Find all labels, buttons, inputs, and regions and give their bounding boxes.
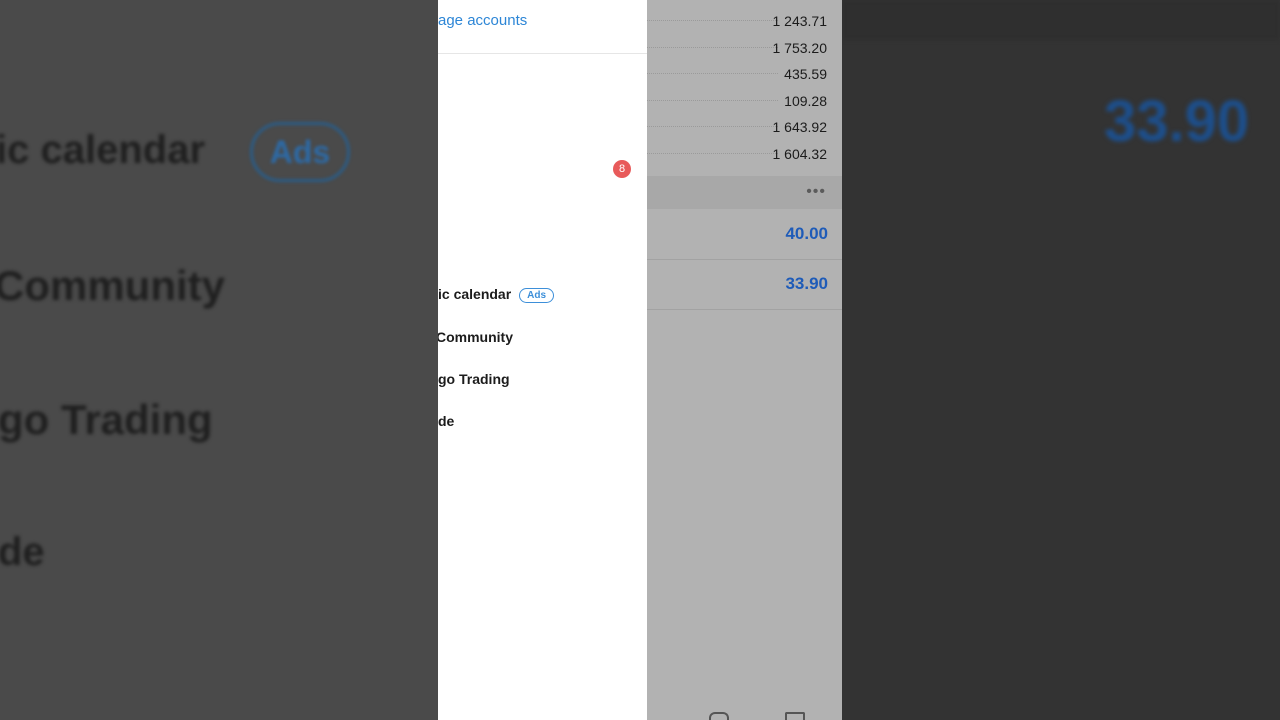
menu-item-algo-trading[interactable]: go Trading [438,371,510,387]
price-value: 40.00 [785,224,828,243]
dimmed-account-list[interactable]: 1 243.71 1 753.20 435.59 109.28 1 643.92… [647,0,842,720]
price-row[interactable]: 40.00 [647,209,842,260]
phone-screen: 1 243.71 1 753.20 435.59 109.28 1 643.92… [438,0,842,720]
background-right-blurred: 33.90 [842,0,1280,720]
balance-value: 1 753.20 [772,40,828,56]
bg-menu-item-community: Community [0,262,225,309]
notification-badge: 8 [613,160,631,178]
dotted-leader [647,100,778,101]
price-row[interactable]: 33.90 [647,259,842,310]
balance-value: 435.59 [784,66,827,82]
price-value: 33.90 [785,274,828,293]
background-left-blurred: ic calendar Ads Community go Trading de [0,0,438,720]
balance-value: 1 604.32 [772,146,828,162]
dotted-leader [647,20,778,21]
bg-menu-item-calendar: ic calendar [0,128,206,172]
dotted-leader [647,47,778,48]
menu-item-label: go Trading [438,371,510,387]
balance-row: 1 604.32 [647,140,842,166]
balance-value: 1 643.92 [772,119,828,135]
nav-history-icon[interactable] [785,712,805,720]
balance-row: 109.28 [647,87,842,113]
ads-tag: Ads [519,288,555,303]
balance-value: 109.28 [784,93,827,109]
drawer-header: age accounts [438,0,647,54]
balance-row: 1 643.92 [647,113,842,139]
dotted-leader [647,153,778,154]
section-header-bar: ••• [647,176,842,209]
dotted-leader [647,73,778,74]
manage-accounts-link[interactable]: age accounts [438,12,527,29]
nav-chart-icon[interactable] [709,712,729,720]
bg-menu-item-de: de [0,530,45,574]
more-horizontal-icon[interactable]: ••• [806,184,826,200]
bg-price-value: 33.90 [1104,89,1250,154]
bg-ads-badge: Ads [250,122,350,182]
dotted-leader [647,126,778,127]
navigation-drawer: age accounts 8 ic calendar Ads Community … [438,0,647,720]
menu-item-community[interactable]: Community [438,329,513,345]
bg-top-bar [842,0,1280,40]
menu-item-de[interactable]: de [438,413,454,429]
menu-item-economic-calendar[interactable]: ic calendar Ads [438,286,555,303]
balance-value: 1 243.71 [772,13,828,29]
menu-item-label: Community [438,329,513,345]
balance-row: 1 243.71 [647,7,842,33]
balance-row: 1 753.20 [647,34,842,60]
menu-item-label: de [438,413,455,429]
menu-item-label: ic calendar [438,286,512,302]
balance-row: 435.59 [647,60,842,86]
bg-menu-item-algo-trading: go Trading [0,396,213,443]
